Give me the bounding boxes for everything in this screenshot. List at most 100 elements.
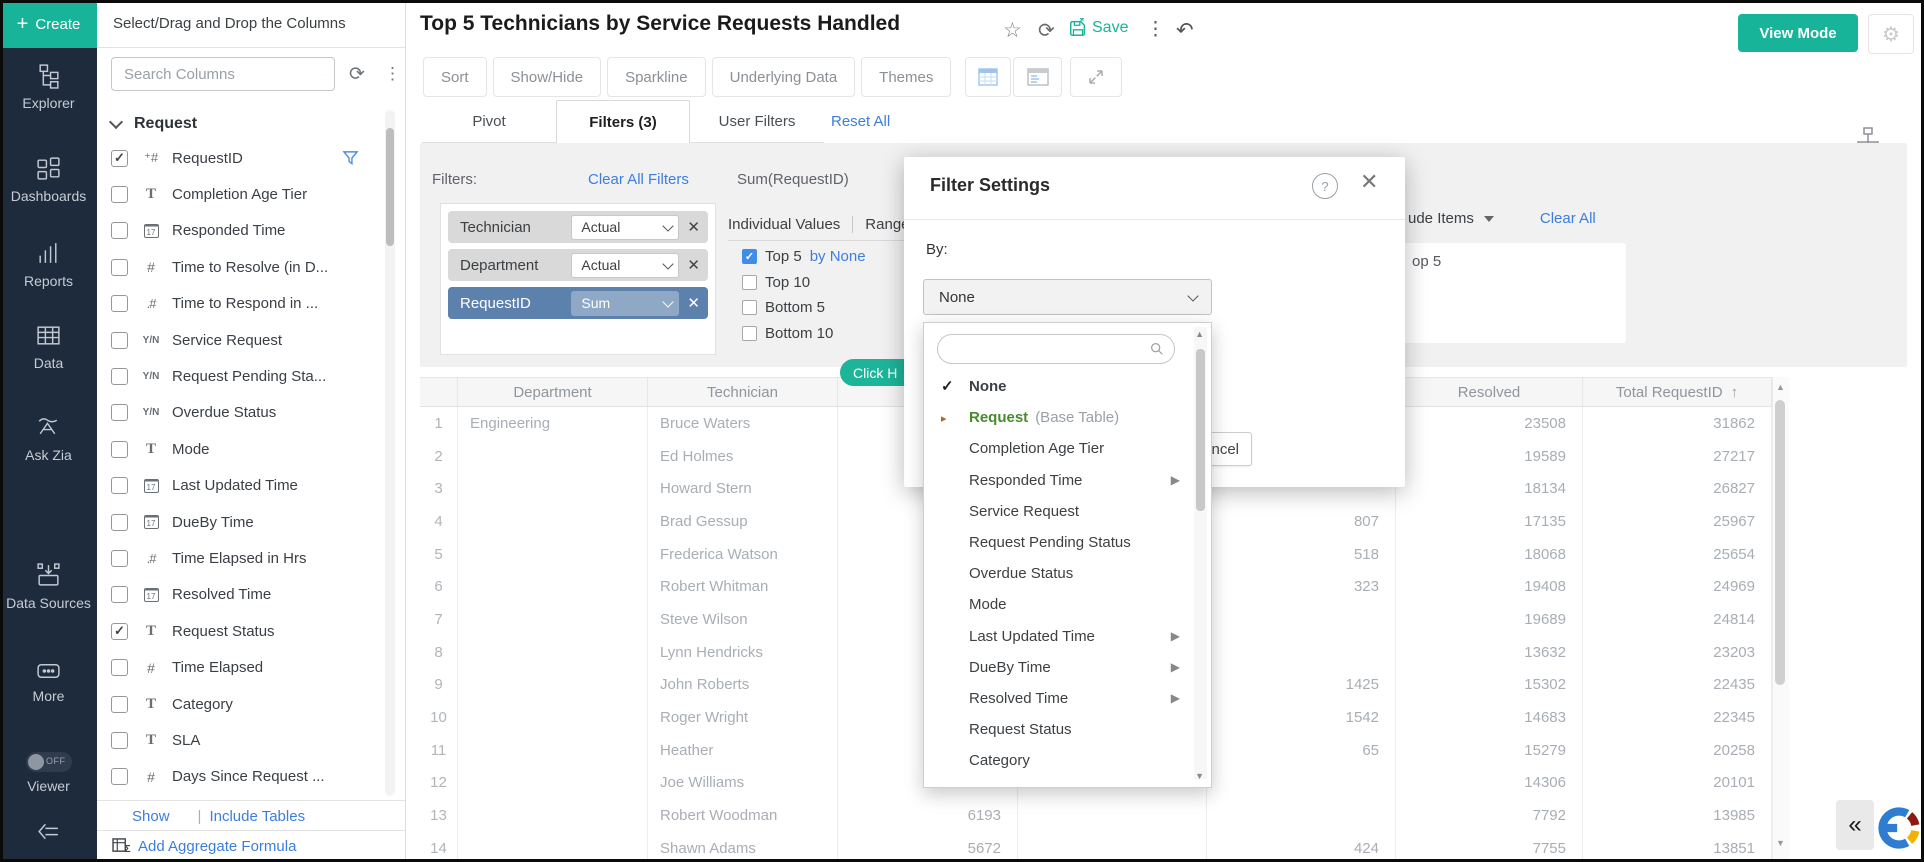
collapse-view-button[interactable] xyxy=(1070,57,1122,97)
clear-all-filters-link[interactable]: Clear All Filters xyxy=(588,171,689,188)
field-checkbox[interactable] xyxy=(111,623,128,640)
field-checkbox[interactable] xyxy=(111,259,128,276)
sort-asc-icon[interactable]: ↑ xyxy=(1731,384,1739,401)
field-row[interactable]: Overdue Status xyxy=(97,395,405,431)
compact-view-button[interactable] xyxy=(1013,57,1062,97)
chip-aggregate-select[interactable]: Actual xyxy=(571,215,679,240)
table-row[interactable]: 14 Shawn Adams 5672 424 7755 13851 xyxy=(420,832,1772,862)
filter-chip[interactable]: RequestID Sum ✕ xyxy=(448,287,708,319)
sidebar-item-dashboards[interactable]: Dashboards xyxy=(0,155,97,204)
dropdown-item[interactable]: Request Pending Status ▶ xyxy=(924,527,1186,558)
add-aggregate-link[interactable]: Add Aggregate Formula xyxy=(138,838,296,855)
dropdown-scroll-up-icon[interactable]: ▲ xyxy=(1195,329,1204,339)
view-mode-button[interactable]: View Mode xyxy=(1738,14,1858,52)
title-kebab-icon[interactable]: ⋮ xyxy=(1146,18,1165,41)
dropdown-item[interactable]: Request (Base Table) ▶ xyxy=(924,402,1186,433)
field-row[interactable]: Request Status xyxy=(97,613,405,649)
dropdown-item[interactable]: Last Updated Time ▶ xyxy=(924,621,1186,652)
field-row[interactable]: Time to Resolve (in D... xyxy=(97,249,405,285)
dropdown-item[interactable]: Service Request ▶ xyxy=(924,496,1186,527)
show-link[interactable]: Show xyxy=(132,808,170,825)
viewer-toggle[interactable]: OFF xyxy=(26,752,72,772)
dropdown-scrollbar-thumb[interactable] xyxy=(1196,349,1205,511)
include-items-fragment[interactable]: ude Items Clear All xyxy=(1408,210,1596,227)
favorite-star-icon[interactable]: ☆ xyxy=(1003,18,1022,43)
dropdown-item[interactable]: DueBy Time ▶ xyxy=(924,652,1186,683)
save-button[interactable]: * Save xyxy=(1068,18,1128,38)
dropdown-item[interactable]: Category ▶ xyxy=(924,745,1186,776)
header-department[interactable]: Department xyxy=(458,378,648,406)
option-checkbox[interactable] xyxy=(742,249,757,264)
dropdown-item[interactable]: None ▶ xyxy=(924,371,1186,402)
collapse-rail-button[interactable] xyxy=(0,818,97,851)
field-row[interactable]: Request Pending Sta... xyxy=(97,358,405,394)
collapse-panel-button[interactable]: « xyxy=(1836,800,1874,850)
field-row[interactable]: Category xyxy=(97,686,405,722)
field-checkbox[interactable] xyxy=(111,550,128,567)
toolbar-button[interactable]: Underlying Data xyxy=(712,57,856,97)
brand-logo-box[interactable] xyxy=(1876,797,1922,859)
tab-range[interactable]: Range xyxy=(852,216,904,233)
field-checkbox[interactable] xyxy=(111,332,128,349)
sidebar-item-explorer[interactable]: Explorer xyxy=(0,62,97,111)
topn-option-row[interactable]: Top 10 xyxy=(742,274,818,291)
reset-all-link[interactable]: Reset All xyxy=(831,113,890,130)
field-row[interactable]: Time Elapsed xyxy=(97,649,405,685)
undo-icon[interactable]: ↶ xyxy=(1176,18,1194,43)
by-select[interactable]: None xyxy=(923,279,1212,315)
sidebar-item-data[interactable]: Data xyxy=(0,322,97,371)
field-checkbox[interactable] xyxy=(111,150,128,167)
field-row[interactable]: Time to Respond in ... xyxy=(97,286,405,322)
tab-user-filters[interactable]: User Filters xyxy=(690,100,824,143)
table-scroll-up-icon[interactable]: ▲ xyxy=(1776,382,1785,392)
field-row[interactable]: Time Elapsed in Hrs xyxy=(97,540,405,576)
columns-kebab-icon[interactable]: ⋮ xyxy=(384,64,401,84)
field-checkbox[interactable] xyxy=(111,732,128,749)
field-row[interactable]: Completion Age Tier xyxy=(97,176,405,212)
field-row[interactable]: Responded Time xyxy=(97,213,405,249)
topn-option-row[interactable]: Bottom 10 xyxy=(742,325,841,342)
field-row[interactable]: RequestID xyxy=(97,140,405,176)
filter-funnel-icon[interactable] xyxy=(342,150,359,171)
sidebar-item-ask-zia[interactable]: Ask Zia xyxy=(0,414,97,463)
filter-chip[interactable]: Technician Actual ✕ xyxy=(448,211,708,243)
field-checkbox[interactable] xyxy=(111,514,128,531)
field-checkbox[interactable] xyxy=(111,477,128,494)
field-row[interactable]: Resolved Time xyxy=(97,577,405,613)
toolbar-button[interactable]: Show/Hide xyxy=(493,57,602,97)
field-row[interactable]: SLA xyxy=(97,722,405,758)
topn-option-row[interactable]: Top 5 by None xyxy=(742,248,866,265)
header-total-requestid[interactable]: Total RequestID ↑ xyxy=(1583,378,1772,406)
header-technician[interactable]: Technician xyxy=(648,378,838,406)
settings-button[interactable]: ⚙ xyxy=(1868,14,1914,54)
field-checkbox[interactable] xyxy=(111,659,128,676)
option-checkbox[interactable] xyxy=(742,275,757,290)
tab-filters[interactable]: Filters (3) xyxy=(556,100,690,143)
chip-remove-icon[interactable]: ✕ xyxy=(687,256,700,274)
section-request[interactable]: Request xyxy=(97,108,405,140)
field-checkbox[interactable] xyxy=(111,768,128,785)
refresh-report-icon[interactable]: ⟳ xyxy=(1038,18,1055,43)
topn-option-row[interactable]: Bottom 5 xyxy=(742,299,833,316)
add-aggregate-row[interactable]: Σ Add Aggregate Formula xyxy=(97,830,405,861)
option-checkbox[interactable] xyxy=(742,326,757,341)
field-checkbox[interactable] xyxy=(111,404,128,421)
chip-aggregate-select[interactable]: Sum xyxy=(571,291,679,316)
close-icon[interactable]: ✕ xyxy=(1360,169,1378,195)
dropdown-item[interactable]: SLA ▶ xyxy=(924,776,1186,788)
field-row[interactable]: Service Request xyxy=(97,322,405,358)
field-checkbox[interactable] xyxy=(111,441,128,458)
sidebar-item-reports[interactable]: Reports xyxy=(0,240,97,289)
option-checkbox[interactable] xyxy=(742,300,757,315)
include-tables-link[interactable]: Include Tables xyxy=(209,808,305,825)
header-resolved[interactable]: Resolved xyxy=(1396,378,1583,406)
field-checkbox[interactable] xyxy=(111,586,128,603)
field-checkbox[interactable] xyxy=(111,186,128,203)
chip-remove-icon[interactable]: ✕ xyxy=(687,294,700,312)
toolbar-button[interactable]: Themes xyxy=(861,57,951,97)
sidebar-item-data-sources[interactable]: Data Sources xyxy=(0,562,97,611)
field-row[interactable]: Mode xyxy=(97,431,405,467)
dropdown-item[interactable]: Mode ▶ xyxy=(924,589,1186,620)
table-row[interactable]: 13 Robert Woodman 6193 7792 13985 xyxy=(420,799,1772,832)
panel-scrollbar-thumb[interactable] xyxy=(386,128,394,246)
